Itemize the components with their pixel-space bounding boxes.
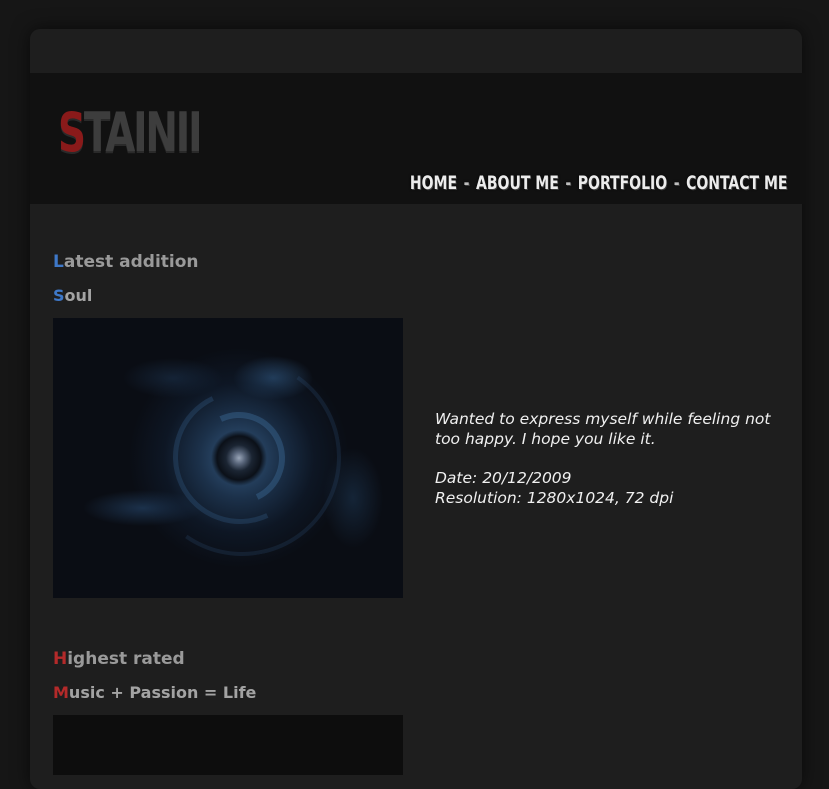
description-text: Wanted to express myself while feeling n…	[435, 410, 771, 448]
logo-rest: TAINII	[83, 101, 203, 164]
nav-portfolio-link[interactable]: PORTFOLIO	[577, 172, 666, 194]
nav-contact-link[interactable]: CONTACT ME	[686, 172, 787, 194]
logo-first-letter: S	[58, 101, 86, 164]
latest-addition-heading: Latest addition	[53, 252, 199, 272]
nav-separator: -	[673, 172, 680, 194]
highest-rated-heading: Highest rated	[53, 649, 185, 669]
heading-text: ighest rated	[67, 649, 185, 669]
title-initial: S	[53, 286, 65, 305]
date-text: Date: 20/12/2009	[435, 469, 572, 487]
nav-home-link[interactable]: HOME	[409, 172, 456, 194]
heading-text: atest addition	[63, 252, 199, 272]
heading-initial: H	[53, 649, 68, 669]
latest-item-title[interactable]: Soul	[53, 286, 92, 305]
latest-artwork-image[interactable]	[53, 318, 403, 598]
main-nav: HOME - ABOUT ME - PORTFOLIO - CONTACT ME	[409, 172, 787, 194]
nav-separator: -	[463, 172, 469, 194]
resolution-text: Resolution: 1280x1024, 72 dpi	[435, 489, 674, 507]
highest-artwork-image[interactable]	[53, 715, 403, 775]
title-initial: M	[53, 683, 69, 702]
title-text: usic + Passion = Life	[68, 683, 257, 702]
highest-item-title[interactable]: Music + Passion = Life	[53, 683, 256, 702]
nav-about-link[interactable]: ABOUT ME	[476, 172, 559, 194]
latest-description: Wanted to express myself while feeling n…	[435, 409, 795, 508]
site-logo[interactable]: STAINII	[58, 101, 203, 164]
heading-initial: L	[53, 252, 64, 272]
nav-separator: -	[564, 172, 571, 194]
title-text: oul	[64, 286, 93, 305]
